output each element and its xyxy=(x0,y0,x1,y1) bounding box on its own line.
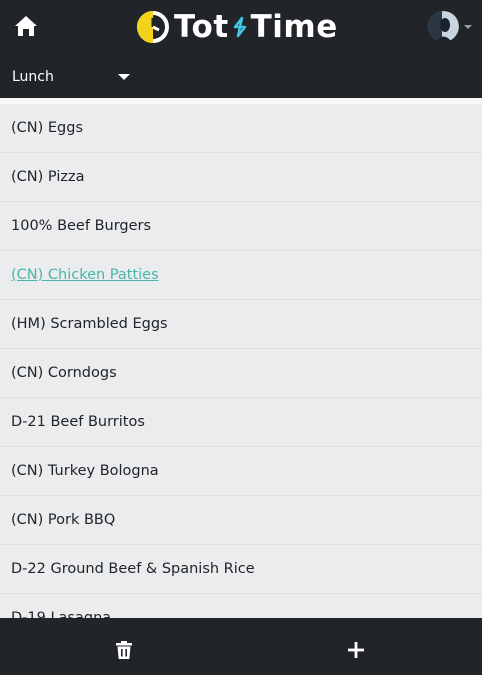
trash-icon[interactable] xyxy=(114,640,134,660)
top-navbar: Tot Time Lunch xyxy=(0,0,482,98)
food-item[interactable]: (CN) Corndogs xyxy=(0,349,482,398)
food-item-label: 100% Beef Burgers xyxy=(11,218,152,234)
food-item[interactable]: 100% Beef Burgers xyxy=(0,202,482,251)
meal-type-dropdown[interactable]: Lunch xyxy=(12,66,130,88)
food-item-label: (CN) Corndogs xyxy=(11,365,117,381)
user-menu-toggle[interactable] xyxy=(428,11,472,42)
caret-down-icon[interactable] xyxy=(464,24,472,29)
caret-down-icon xyxy=(118,74,130,80)
food-item[interactable]: D-19 Lasagna xyxy=(0,594,482,618)
food-item-label: (CN) Eggs xyxy=(11,120,84,136)
food-item-label: D-22 Ground Beef & Spanish Rice xyxy=(11,561,255,577)
food-item-label[interactable]: (CN) Chicken Patties xyxy=(11,267,159,283)
food-item-label: D-21 Beef Burritos xyxy=(11,414,145,430)
food-item-active[interactable]: (CN) Chicken Patties xyxy=(0,251,482,300)
food-item-label: (CN) Pork BBQ xyxy=(11,512,116,528)
food-item[interactable]: (CN) Eggs xyxy=(0,104,482,153)
food-item[interactable]: (CN) Turkey Bologna xyxy=(0,447,482,496)
user-avatar[interactable] xyxy=(428,11,459,42)
lightning-separator-icon xyxy=(233,16,246,38)
meal-type-selected: Lunch xyxy=(12,69,54,85)
food-item-label: (CN) Turkey Bologna xyxy=(11,463,159,479)
food-item[interactable]: (CN) Pizza xyxy=(0,153,482,202)
logo-word-time: Time xyxy=(250,8,338,45)
app-logo: Tot Time xyxy=(136,8,338,46)
bottom-toolbar xyxy=(0,618,482,675)
food-item-label: (HM) Scrambled Eggs xyxy=(11,316,168,332)
food-item-label: (CN) Pizza xyxy=(11,169,85,185)
clock-logo-icon xyxy=(137,11,169,43)
food-item[interactable]: (HM) Scrambled Eggs xyxy=(0,300,482,349)
food-item[interactable]: D-21 Beef Burritos xyxy=(0,398,482,447)
food-list: (CN) Eggs (CN) Pizza 100% Beef Burgers (… xyxy=(0,104,482,618)
food-item[interactable]: D-22 Ground Beef & Spanish Rice xyxy=(0,545,482,594)
home-icon[interactable] xyxy=(12,13,40,39)
food-item[interactable]: (CN) Pork BBQ xyxy=(0,496,482,545)
food-item-label: D-19 Lasagna xyxy=(11,610,112,618)
plus-icon[interactable] xyxy=(346,640,366,660)
logo-word-tot: Tot xyxy=(174,8,229,45)
